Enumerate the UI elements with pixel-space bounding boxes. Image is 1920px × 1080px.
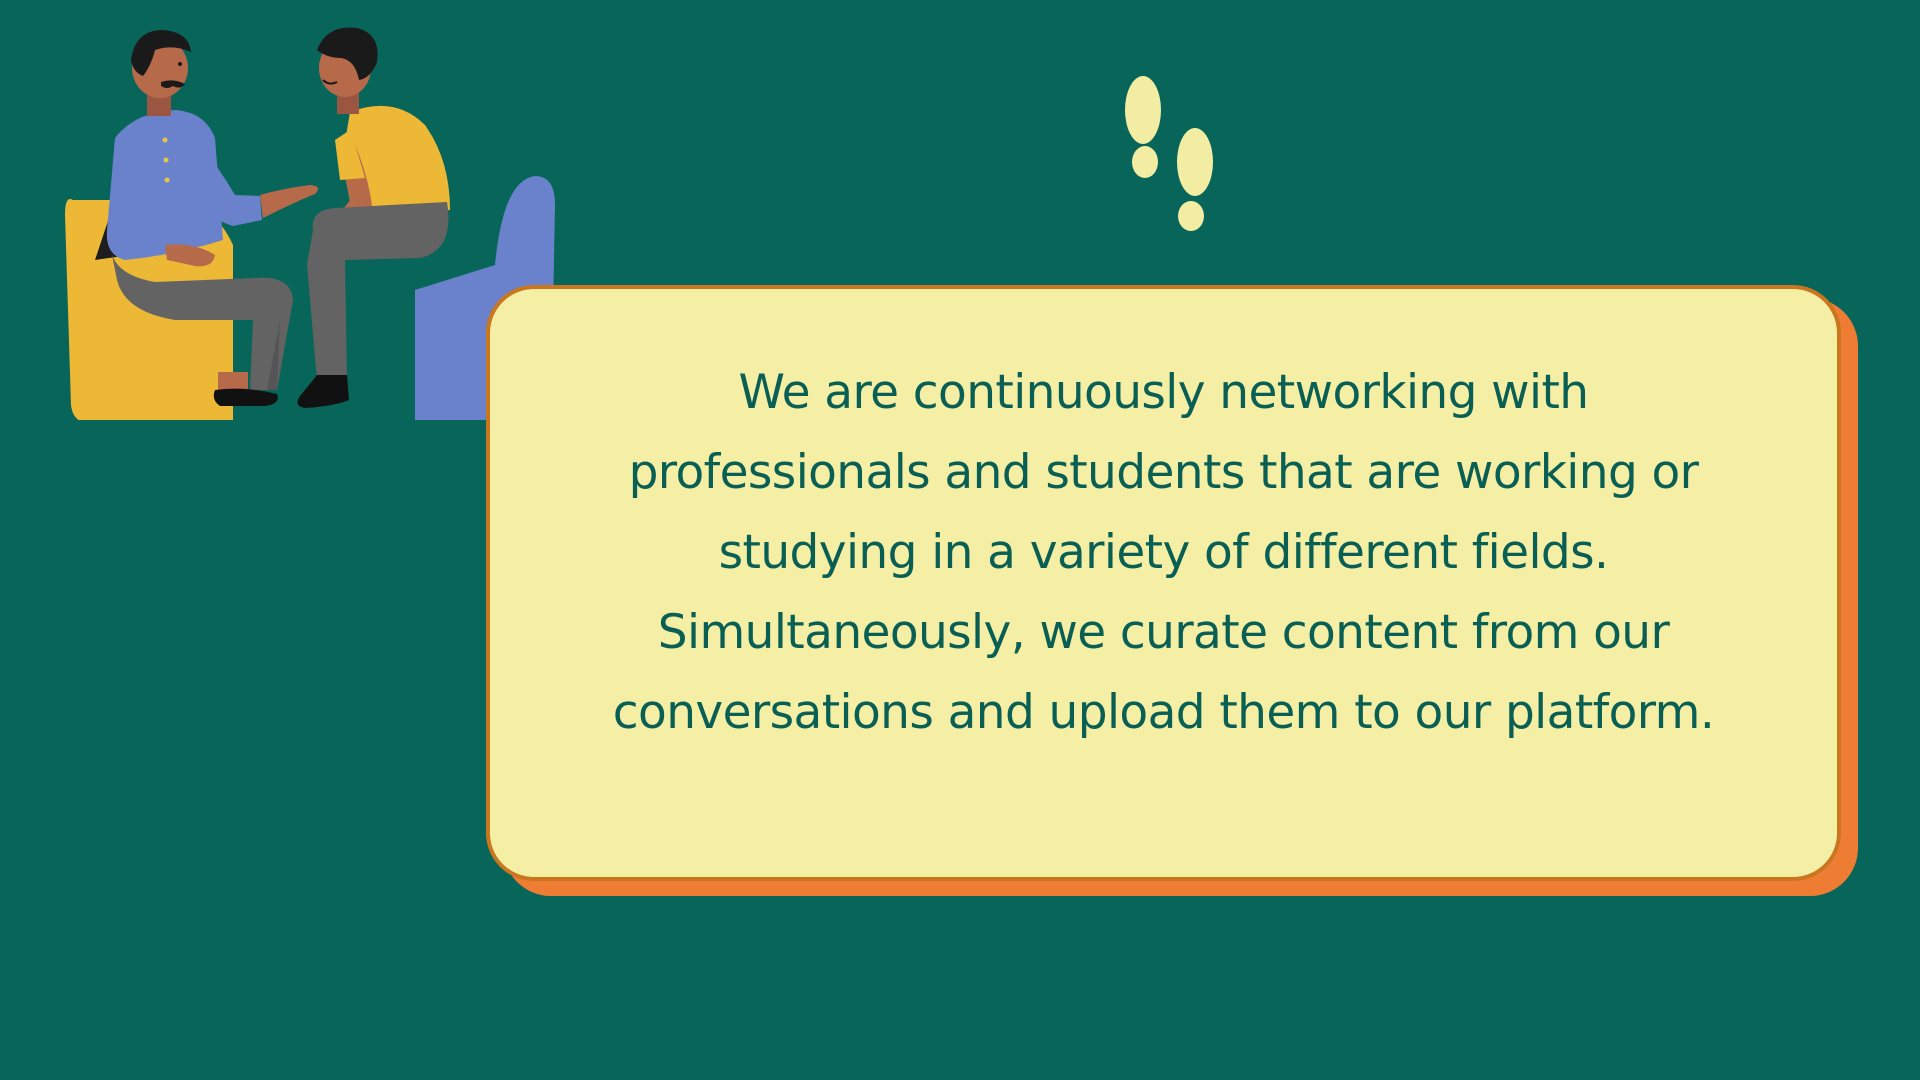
footprints-icon (1125, 76, 1213, 231)
card-text-line-4: Simultaneously, we curate content from o… (657, 605, 1670, 660)
card-text-line-5: conversations and upload them to our pla… (612, 685, 1715, 740)
card-text-line-3: studying in a variety of different field… (718, 525, 1609, 580)
message-card: We are continuously networking with prof… (486, 285, 1841, 881)
card-text: We are continuously networking with prof… (534, 353, 1794, 753)
card-text-line-1: We are continuously networking with (738, 365, 1589, 420)
card-text-line-2: professionals and students that are work… (628, 445, 1699, 500)
